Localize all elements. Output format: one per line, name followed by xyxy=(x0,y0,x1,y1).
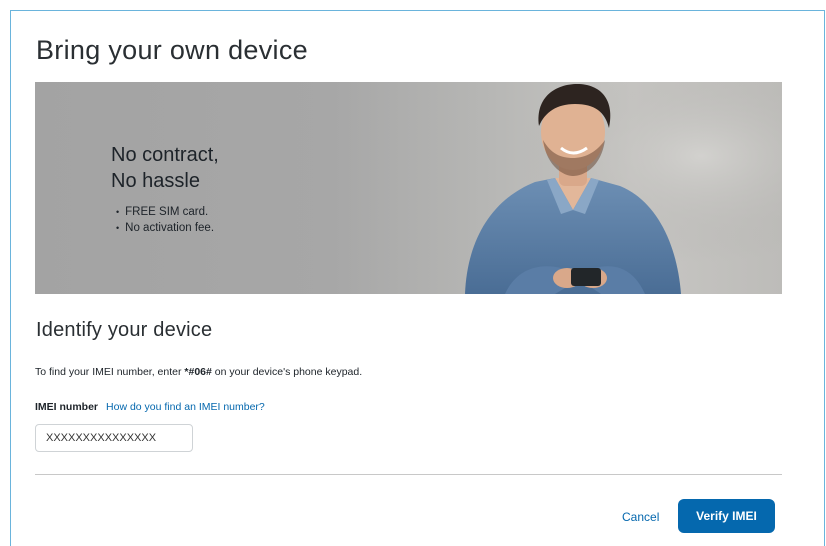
identify-device-title: Identify your device xyxy=(36,319,213,341)
byod-modal: Bring your own device No contract, No ha… xyxy=(10,10,825,546)
imei-instruction-suffix: on your device's phone keypad. xyxy=(211,366,363,378)
hero-headline: No contract, No hassle xyxy=(111,142,219,194)
hero-headline-line2: No hassle xyxy=(111,170,200,192)
hero-benefits-list: FREE SIM card. No activation fee. xyxy=(116,204,214,236)
imei-instruction: To find your IMEI number, enter *#06# on… xyxy=(35,366,362,378)
imei-label-row: IMEI number How do you find an IMEI numb… xyxy=(35,401,265,413)
imei-input[interactable] xyxy=(35,424,193,452)
footer-divider xyxy=(35,474,782,475)
modal-title: Bring your own device xyxy=(36,35,308,65)
imei-dial-code: *#06# xyxy=(184,366,212,378)
hero-benefit-item: No activation fee. xyxy=(116,220,214,236)
cancel-button[interactable]: Cancel xyxy=(622,510,659,524)
imei-instruction-prefix: To find your IMEI number, enter xyxy=(35,366,185,378)
imei-help-link[interactable]: How do you find an IMEI number? xyxy=(106,401,265,413)
imei-label: IMEI number xyxy=(35,401,99,413)
verify-imei-button[interactable]: Verify IMEI xyxy=(678,499,775,533)
hero-banner: No contract, No hassle FREE SIM card. No… xyxy=(35,82,782,294)
hero-benefit-item: FREE SIM card. xyxy=(116,204,214,220)
hero-headline-line1: No contract, xyxy=(111,144,219,166)
